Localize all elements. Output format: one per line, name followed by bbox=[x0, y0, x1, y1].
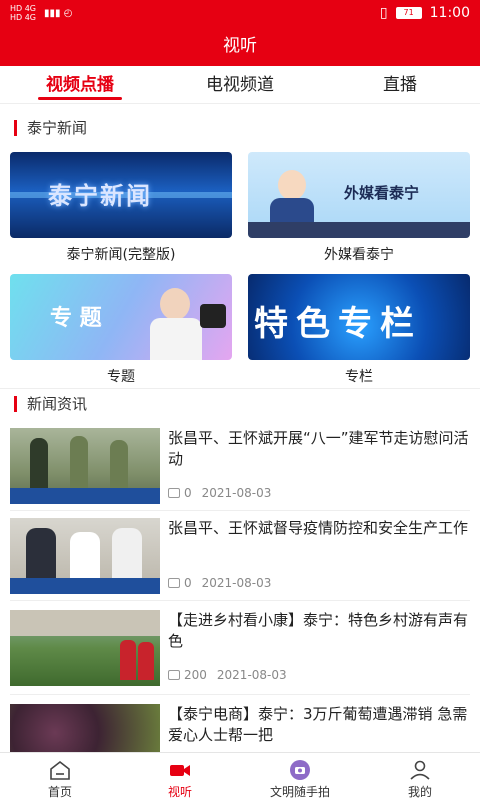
news-thumbnail bbox=[10, 518, 160, 594]
news-date: 2021-08-03 bbox=[216, 668, 287, 682]
clock-time: 11:00 bbox=[429, 5, 470, 21]
user-icon bbox=[410, 760, 430, 780]
tab-bar: 视频点播 电视频道 直播 bbox=[0, 66, 480, 104]
news-thumbnail bbox=[10, 704, 160, 752]
nav-audiovisual[interactable]: 视听 bbox=[120, 753, 240, 800]
divider bbox=[10, 694, 470, 695]
comment-count: 0 bbox=[184, 576, 192, 590]
news-meta: 0 2021-08-03 bbox=[168, 486, 271, 500]
program-card[interactable]: 特色专栏 专栏 bbox=[248, 274, 470, 386]
bottom-navigation: 首页 视听 文明随手拍 我的 bbox=[0, 752, 480, 800]
vibrate-icon: ▯ bbox=[379, 5, 388, 21]
program-caption: 外媒看泰宁 bbox=[324, 247, 394, 263]
nav-label: 首页 bbox=[47, 785, 72, 799]
program-card[interactable]: 专 题 专题 bbox=[10, 274, 232, 386]
nav-label: 我的 bbox=[407, 785, 432, 799]
news-title: 【泰宁电商】泰宁：3万斤葡萄遭遇滞销 急需爱心人士帮一把 bbox=[168, 705, 468, 744]
divider bbox=[0, 388, 480, 389]
news-thumbnail bbox=[10, 610, 160, 686]
comment-icon bbox=[168, 488, 180, 498]
home-icon bbox=[50, 760, 70, 780]
news-meta: 0 2021-08-03 bbox=[168, 576, 271, 590]
comment-count: 200 bbox=[184, 668, 207, 682]
anchor-figure bbox=[278, 170, 306, 200]
news-thumbnail bbox=[10, 428, 160, 504]
tab-tv-channels[interactable]: 电视频道 bbox=[160, 66, 320, 103]
program-thumbnail: 外媒看泰宁 bbox=[248, 152, 470, 238]
news-item[interactable]: 张昌平、王怀斌督导疫情防控和安全生产工作 0 2021-08-03 bbox=[10, 518, 470, 598]
program-card[interactable]: 外媒看泰宁 外媒看泰宁 bbox=[248, 152, 470, 264]
divider bbox=[10, 600, 470, 601]
page-title: 视听 bbox=[0, 26, 480, 66]
battery-icon: 71 bbox=[395, 7, 422, 19]
program-caption: 泰宁新闻(完整版) bbox=[66, 247, 176, 263]
news-meta: 200 2021-08-03 bbox=[168, 668, 287, 682]
news-item[interactable]: 【泰宁电商】泰宁：3万斤葡萄遭遇滞销 急需爱心人士帮一把 bbox=[10, 704, 470, 752]
nav-label: 视听 bbox=[167, 785, 192, 799]
news-title: 张昌平、王怀斌开展“八一”建军节走访慰问活动 bbox=[168, 429, 469, 468]
news-title: 张昌平、王怀斌督导疫情防控和安全生产工作 bbox=[168, 519, 469, 537]
nav-mine[interactable]: 我的 bbox=[360, 753, 480, 800]
program-caption: 专题 bbox=[107, 369, 135, 385]
program-card[interactable]: 泰宁新闻 泰宁新闻(完整版) bbox=[10, 152, 232, 264]
news-item[interactable]: 【走进乡村看小康】泰宁：特色乡村游有声有色 200 2021-08-03 bbox=[10, 610, 470, 690]
program-thumbnail: 泰宁新闻 bbox=[10, 152, 232, 238]
divider bbox=[10, 510, 470, 511]
news-date: 2021-08-03 bbox=[201, 486, 272, 500]
comment-count: 0 bbox=[184, 486, 192, 500]
program-caption: 专栏 bbox=[345, 369, 373, 385]
comment-icon bbox=[168, 670, 180, 680]
comment-icon bbox=[168, 578, 180, 588]
program-thumbnail: 特色专栏 bbox=[248, 274, 470, 360]
news-date: 2021-08-03 bbox=[201, 576, 272, 590]
news-item[interactable]: 张昌平、王怀斌开展“八一”建军节走访慰问活动 0 2021-08-03 bbox=[10, 428, 470, 508]
status-bar: HD 4G HD 4G ▮▮▮ ◴ ▯ 71 11:00 bbox=[0, 0, 480, 26]
tab-live[interactable]: 直播 bbox=[320, 66, 480, 103]
wifi-icon: ▮▮▮ ◴ bbox=[44, 7, 73, 19]
program-thumbnail: 专 题 bbox=[10, 274, 232, 360]
video-camera-icon bbox=[170, 765, 190, 776]
camera-badge-icon bbox=[290, 760, 310, 780]
news-title: 【走进乡村看小康】泰宁：特色乡村游有声有色 bbox=[168, 611, 469, 650]
nav-civilization-snapshot[interactable]: 文明随手拍 bbox=[240, 753, 360, 800]
section-title-news: 新闻资讯 bbox=[14, 396, 87, 412]
section-title-programs: 泰宁新闻 bbox=[14, 120, 87, 136]
nav-label: 文明随手拍 bbox=[269, 785, 330, 799]
signal-icon: HD 4G HD 4G bbox=[10, 4, 37, 22]
tab-video-on-demand[interactable]: 视频点播 bbox=[0, 66, 160, 103]
nav-home[interactable]: 首页 bbox=[0, 753, 120, 800]
